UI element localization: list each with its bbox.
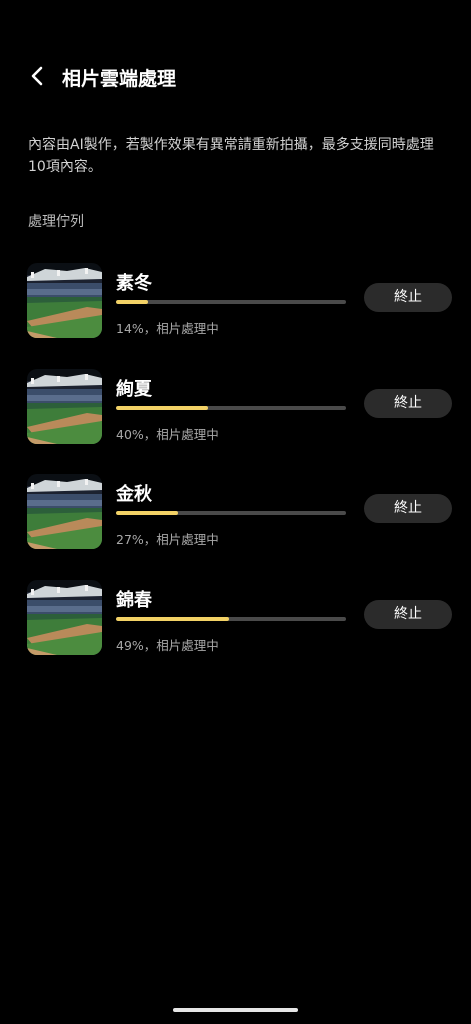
queue-item-name: 絢夏 [116, 379, 152, 400]
photo-thumbnail [27, 263, 102, 338]
photo-thumbnail [27, 580, 102, 655]
back-button[interactable] [24, 60, 54, 92]
progress-bar [116, 511, 346, 515]
queue-item-status: 27%，相片處理中 [116, 532, 219, 547]
progress-bar [116, 300, 346, 304]
stop-button[interactable]: 終止 [364, 389, 452, 418]
queue-item: 錦春 49%，相片處理中 終止 [0, 577, 471, 659]
progress-fill [116, 511, 179, 515]
progress-bar [116, 406, 346, 410]
queue-item-status: 49%，相片處理中 [116, 638, 219, 653]
chevron-left-icon [31, 66, 43, 86]
progress-bar [116, 617, 346, 621]
stop-button[interactable]: 終止 [364, 283, 452, 312]
progress-fill [116, 300, 149, 304]
queue-item-name: 素冬 [116, 273, 152, 294]
photo-thumbnail [27, 474, 102, 549]
queue-item: 素冬 14%，相片處理中 終止 [0, 260, 471, 342]
queue-item: 絢夏 40%，相片處理中 終止 [0, 366, 471, 448]
app-header: 相片雲端處理 [0, 58, 471, 96]
progress-fill [116, 617, 229, 621]
description-text: 內容由AI製作，若製作效果有異常請重新拍攝，最多支援同時處理10項內容。 [28, 137, 434, 175]
stop-button[interactable]: 終止 [364, 600, 452, 629]
queue-item-name: 錦春 [116, 590, 152, 611]
queue-section-label: 處理佇列 [28, 214, 84, 230]
queue-item-status: 40%，相片處理中 [116, 427, 219, 442]
progress-fill [116, 406, 208, 410]
queue-item: 金秋 27%，相片處理中 終止 [0, 471, 471, 553]
queue-item-name: 金秋 [116, 484, 152, 505]
stop-button[interactable]: 終止 [364, 494, 452, 523]
photo-thumbnail [27, 369, 102, 444]
page-title: 相片雲端處理 [62, 68, 177, 90]
photo-cloud-processing-screen: 相片雲端處理 內容由AI製作，若製作效果有異常請重新拍攝，最多支援同時處理10項… [0, 0, 471, 1024]
queue-item-status: 14%，相片處理中 [116, 321, 219, 336]
home-indicator[interactable] [173, 1008, 298, 1012]
